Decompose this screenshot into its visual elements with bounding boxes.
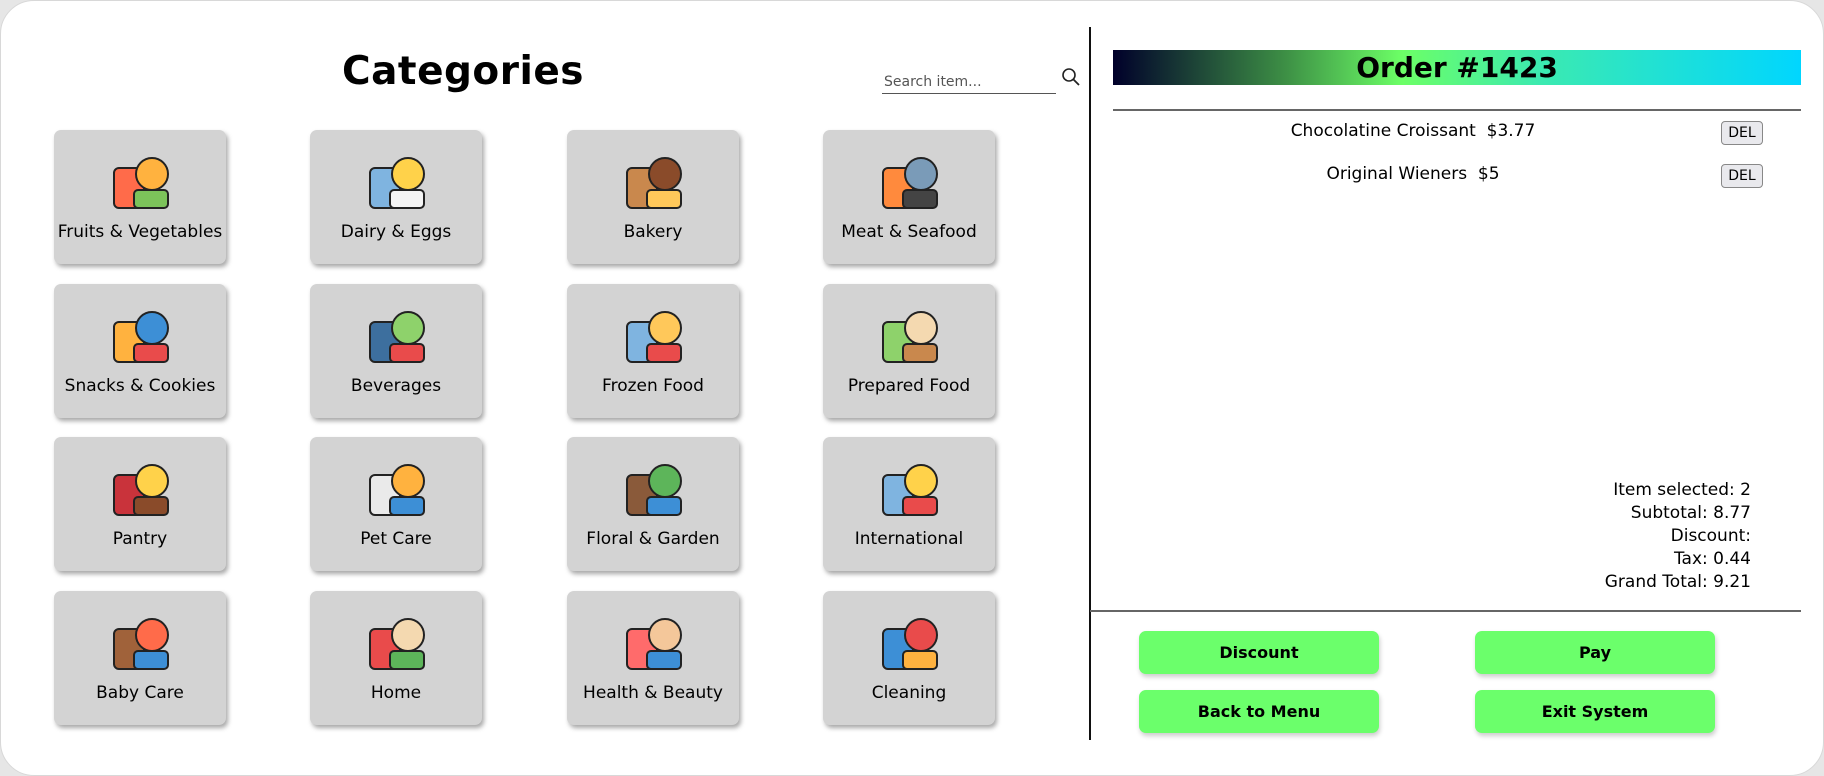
order-summary: Item selected: 2 Subtotal: 8.77 Discount…	[1605, 479, 1751, 594]
category-label: Floral & Garden	[586, 529, 720, 549]
panel-divider	[1089, 27, 1091, 740]
category-label: Pet Care	[360, 529, 432, 549]
category-label: Frozen Food	[602, 376, 704, 396]
category-tile[interactable]: Pantry	[54, 437, 226, 571]
category-label: Fruits & Vegetables	[57, 222, 223, 242]
condiments-icon	[113, 464, 169, 516]
items-selected: Item selected: 2	[1613, 480, 1751, 500]
category-label: Snacks & Cookies	[64, 376, 216, 396]
snacks-icon	[113, 311, 169, 363]
category-label: Health & Beauty	[583, 683, 723, 703]
search-input[interactable]	[882, 71, 1056, 94]
pet-food-icon	[369, 464, 425, 516]
order-divider	[1113, 109, 1801, 111]
plant-shovel-icon	[626, 464, 682, 516]
house-icon	[369, 618, 425, 670]
category-tile[interactable]: Beverages	[310, 284, 482, 418]
category-tile[interactable]: Frozen Food	[567, 284, 739, 418]
order-item: Original Wieners $5	[1326, 164, 1500, 184]
dairy-eggs-icon	[369, 157, 425, 209]
category-label: Bakery	[623, 222, 683, 242]
grand-total: Grand Total: 9.21	[1604, 572, 1751, 592]
category-label: Meat & Seafood	[841, 222, 977, 242]
category-tile[interactable]: Cleaning	[823, 591, 995, 725]
category-tile[interactable]: Health & Beauty	[567, 591, 739, 725]
category-tile[interactable]: Snacks & Cookies	[54, 284, 226, 418]
summary-divider	[1090, 610, 1801, 612]
fruits-vegetables-icon	[113, 157, 169, 209]
pay-button[interactable]: Pay	[1475, 631, 1715, 674]
category-label: Beverages	[350, 376, 442, 396]
category-label: Baby Care	[96, 683, 184, 703]
discount-button[interactable]: Discount	[1139, 631, 1379, 674]
salad-bowl-icon	[882, 311, 938, 363]
delete-item-button[interactable]: DEL	[1721, 164, 1763, 188]
subtotal: Subtotal: 8.77	[1630, 503, 1751, 523]
category-tile[interactable]: Prepared Food	[823, 284, 995, 418]
category-tile[interactable]: Home	[310, 591, 482, 725]
category-tile[interactable]: Bakery	[567, 130, 739, 264]
heart-hand-icon	[626, 618, 682, 670]
tax: Tax: 0.44	[1673, 549, 1751, 569]
discount-value: Discount:	[1670, 526, 1751, 546]
category-tile[interactable]: Meat & Seafood	[823, 130, 995, 264]
categories-title: Categories	[341, 49, 584, 94]
bread-icon	[626, 157, 682, 209]
frozen-bag-icon	[626, 311, 682, 363]
order-item: Chocolatine Croissant $3.77	[1290, 121, 1536, 141]
category-tile[interactable]: Pet Care	[310, 437, 482, 571]
delete-item-button[interactable]: DEL	[1721, 121, 1763, 145]
category-tile[interactable]: Fruits & Vegetables	[54, 130, 226, 264]
category-tile[interactable]: Baby Care	[54, 591, 226, 725]
category-label: Pantry	[112, 529, 168, 549]
cleaning-bucket-icon	[882, 618, 938, 670]
category-label: Home	[370, 683, 422, 703]
search-icon[interactable]	[1061, 67, 1081, 87]
order-title: Order #1423	[1113, 50, 1801, 85]
noodle-bowl-icon	[882, 464, 938, 516]
bottles-icon	[369, 311, 425, 363]
back-to-menu-button[interactable]: Back to Menu	[1139, 690, 1379, 733]
pos-window: Categories Fruits & Vegetables Dairy & E…	[0, 0, 1824, 776]
category-tile[interactable]: Dairy & Eggs	[310, 130, 482, 264]
category-label: International	[854, 529, 964, 549]
category-label: Prepared Food	[847, 376, 971, 396]
category-tile[interactable]: Floral & Garden	[567, 437, 739, 571]
teddy-bear-icon	[113, 618, 169, 670]
category-label: Cleaning	[871, 683, 947, 703]
exit-system-button[interactable]: Exit System	[1475, 690, 1715, 733]
category-tile[interactable]: International	[823, 437, 995, 571]
meat-seafood-icon	[882, 157, 938, 209]
category-label: Dairy & Eggs	[340, 222, 452, 242]
